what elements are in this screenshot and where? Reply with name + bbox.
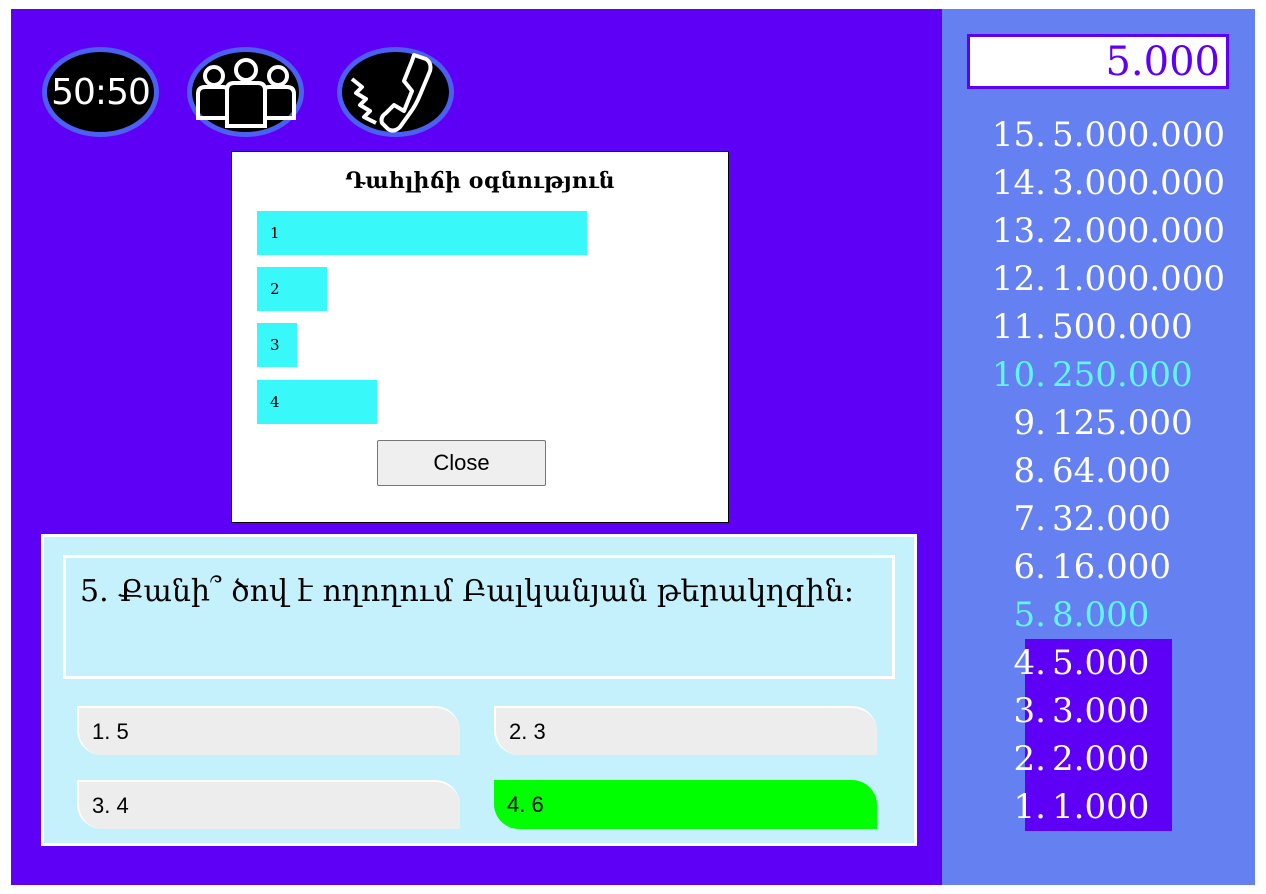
prize-level: 4. 5.000 [966,639,1226,687]
prize-level-number: 12. [991,259,1046,299]
prize-level-amount: 32.000 [1052,499,1171,539]
prize-level: 5. 8.000 [966,591,1226,639]
phone-a-friend-lifeline-button[interactable] [337,47,454,137]
prize-level-number: 8. [1013,451,1046,491]
prize-level-number: 11. [991,307,1046,347]
prize-level-amount: 2.000 [1052,739,1150,779]
prize-level: 15. 5.000.000 [966,111,1226,159]
audience-bar-label: 2 [270,280,280,298]
prize-level-number: 1. [1013,787,1046,827]
audience-bar-label: 4 [270,393,280,411]
audience-bar: 3 [257,323,297,367]
question-text: 5. Քանի՞ ծով է ողողում Բալկանյան թերակղզ… [80,574,854,609]
money-ladder-sidebar: 5.000 15. 5.000.000 14. 3.000.000 13. 2.000.0… [942,9,1255,885]
prize-level: 10. 250.000 [966,351,1226,399]
prize-level-amount: 3.000.000 [1052,163,1226,203]
prize-level: 8. 64.000 [966,447,1226,495]
prize-level-amount: 8.000 [1052,595,1150,635]
game-area: 50:50 Դահլիճի օգնություն 1 2 3 4 Close 5… [11,9,942,885]
prize-level: 9. 125.000 [966,399,1226,447]
prize-level-number: 6. [1013,547,1046,587]
prize-level-number: 7. [1013,499,1046,539]
prize-level: 7. 32.000 [966,495,1226,543]
audience-bar: 4 [257,380,377,424]
prize-level-amount: 5.000.000 [1052,115,1226,155]
prize-level-number: 4. [1013,643,1046,683]
prize-level: 3. 3.000 [966,687,1226,735]
prize-level-amount: 64.000 [1052,451,1171,491]
audience-bar-label: 1 [270,224,280,242]
prize-level-amount: 5.000 [1052,643,1150,683]
answer-option[interactable]: 4. 6 [494,780,877,829]
fifty-fifty-label: 50:50 [51,71,151,113]
prize-level: 13. 2.000.000 [966,207,1226,255]
prize-level-number: 15. [991,115,1046,155]
prize-level-amount: 500.000 [1052,307,1193,347]
close-button[interactable]: Close [377,440,546,486]
prize-level-amount: 2.000.000 [1052,211,1226,251]
prize-level: 11. 500.000 [966,303,1226,351]
answer-option[interactable]: 3. 4 [77,780,460,829]
answer-option[interactable]: 1. 5 [77,706,460,755]
phone-icon [350,53,432,133]
ask-audience-lifeline-button[interactable] [187,47,304,137]
question-panel: 5. Քանի՞ ծով է ողողում Բալկանյան թերակղզ… [41,534,917,846]
audience-bar: 1 [257,211,587,255]
prize-level-amount: 125.000 [1052,403,1193,443]
current-winnings-display: 5.000 [967,34,1229,89]
audience-icon [195,58,296,128]
audience-bar: 2 [257,267,327,311]
answer-option[interactable]: 2. 3 [494,706,877,755]
prize-level: 2. 2.000 [966,735,1226,783]
audience-bar-label: 3 [270,336,280,354]
prize-level: 6. 16.000 [966,543,1226,591]
prize-level: 1. 1.000 [966,783,1226,831]
question-box: 5. Քանի՞ ծով է ողողում Բալկանյան թերակղզ… [63,555,895,679]
prize-level-amount: 1.000 [1052,787,1150,827]
prize-level: 14. 3.000.000 [966,159,1226,207]
prize-level-number: 9. [1013,403,1046,443]
prize-level-number: 10. [991,355,1046,395]
prize-level-number: 5. [1013,595,1046,635]
prize-level-number: 2. [1013,739,1046,779]
prize-level-number: 14. [991,163,1046,203]
ask-audience-dialog: Դահլիճի օգնություն 1 2 3 4 Close [231,151,729,523]
prize-level-number: 3. [1013,691,1046,731]
prize-level-number: 13. [991,211,1046,251]
prize-level-amount: 3.000 [1052,691,1150,731]
prize-level-amount: 1.000.000 [1052,259,1226,299]
dialog-title: Դահլիճի օգնություն [345,168,615,194]
current-winnings-value: 5.000 [1105,39,1220,85]
prize-level-amount: 16.000 [1052,547,1171,587]
prize-level-amount: 250.000 [1052,355,1193,395]
fifty-fifty-lifeline-button[interactable]: 50:50 [42,47,159,137]
prize-level: 12. 1.000.000 [966,255,1226,303]
